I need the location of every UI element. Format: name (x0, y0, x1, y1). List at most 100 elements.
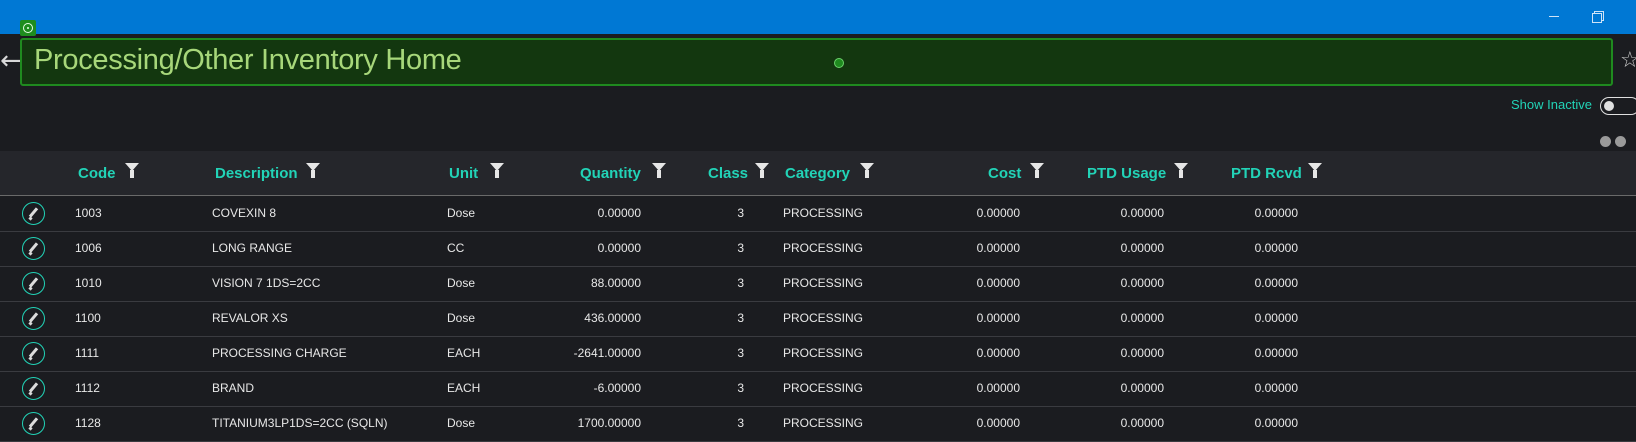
cell-unit: Dose (447, 206, 476, 220)
filter-icon[interactable] (1174, 163, 1188, 179)
cell-cost: 0.00000 (976, 416, 1020, 430)
cell-code: 1111 (75, 346, 100, 360)
edit-pencil-icon[interactable] (22, 342, 45, 365)
cell-cost: 0.00000 (976, 241, 1020, 255)
cell-class: 3 (737, 206, 744, 220)
show-inactive-toggle[interactable] (1600, 97, 1636, 115)
cell-category: PROCESSING (783, 416, 864, 430)
cell-unit: Dose (447, 416, 476, 430)
cell-ptd-usage: 0.00000 (1120, 311, 1164, 325)
cell-category: PROCESSING (783, 206, 864, 220)
edit-pencil-icon[interactable] (22, 237, 45, 260)
edit-pencil-icon[interactable] (22, 202, 45, 225)
cell-category: PROCESSING (783, 311, 864, 325)
cell-description: PROCESSING CHARGE (212, 346, 347, 360)
cell-quantity: -6.00000 (593, 381, 641, 395)
minimize-icon[interactable] (1546, 8, 1562, 24)
table-row[interactable]: 1128 TITANIUM3LP1DS=2CC (SQLN) Dose 1700… (0, 406, 1636, 442)
cell-code: 1100 (75, 311, 101, 325)
cell-ptd-usage: 0.00000 (1120, 276, 1164, 290)
show-inactive-label: Show Inactive (1511, 97, 1592, 112)
filter-icon[interactable] (125, 163, 139, 179)
cell-quantity: -2641.00000 (573, 346, 641, 360)
column-code[interactable]: Code (78, 165, 116, 182)
cell-ptd-rcvd: 0.00000 (1254, 381, 1298, 395)
edit-pencil-icon[interactable] (22, 377, 45, 400)
table-row[interactable]: 1003 COVEXIN 8 Dose 0.00000 3 PROCESSING… (0, 196, 1636, 232)
column-quantity[interactable]: Quantity (580, 165, 641, 182)
cell-cost: 0.00000 (976, 346, 1020, 360)
column-ptd-usage[interactable]: PTD Usage (1087, 165, 1166, 182)
cell-unit: EACH (447, 346, 481, 360)
cell-unit: Dose (447, 276, 476, 290)
cell-code: 1112 (75, 381, 100, 395)
cell-cost: 0.00000 (976, 381, 1020, 395)
table-row[interactable]: 1006 LONG RANGE CC 0.00000 3 PROCESSING … (0, 231, 1636, 267)
cell-code: 1010 (75, 276, 102, 290)
cell-description: TITANIUM3LP1DS=2CC (SQLN) (212, 416, 388, 430)
cell-class: 3 (737, 311, 744, 325)
filter-icon[interactable] (490, 163, 504, 179)
cell-description: LONG RANGE (212, 241, 293, 255)
page-title: Processing/Other Inventory Home (34, 44, 462, 76)
column-class[interactable]: Class (708, 165, 748, 182)
filter-icon[interactable] (306, 163, 320, 179)
cell-class: 3 (737, 276, 744, 290)
cell-category: PROCESSING (783, 241, 864, 255)
cell-ptd-usage: 0.00000 (1120, 346, 1164, 360)
cell-cost: 0.00000 (976, 276, 1020, 290)
column-cost[interactable]: Cost (988, 165, 1021, 182)
edit-pencil-icon[interactable] (22, 412, 45, 435)
cell-category: PROCESSING (783, 276, 864, 290)
cell-cost: 0.00000 (976, 311, 1020, 325)
cell-ptd-usage: 0.00000 (1120, 381, 1164, 395)
star-icon[interactable]: ☆ (1620, 50, 1636, 72)
filter-icon[interactable] (1030, 163, 1044, 179)
cell-class: 3 (737, 381, 744, 395)
cell-code: 1128 (75, 416, 101, 430)
back-arrow-icon[interactable]: ← (0, 44, 22, 78)
cell-ptd-usage: 0.00000 (1120, 206, 1164, 220)
title-handle-icon (834, 58, 844, 68)
edit-pencil-icon[interactable] (22, 272, 45, 295)
window-titlebar (0, 0, 1636, 34)
column-category[interactable]: Category (785, 165, 850, 182)
cell-quantity: 1700.00000 (577, 416, 641, 430)
filter-icon[interactable] (755, 163, 769, 179)
cell-ptd-rcvd: 0.00000 (1254, 311, 1298, 325)
cell-ptd-usage: 0.00000 (1120, 241, 1164, 255)
cell-code: 1006 (75, 241, 102, 255)
cell-cost: 0.00000 (976, 206, 1020, 220)
column-unit[interactable]: Unit (449, 165, 478, 182)
column-description[interactable]: Description (215, 165, 298, 182)
table-row[interactable]: 1111 PROCESSING CHARGE EACH -2641.00000 … (0, 336, 1636, 372)
cell-unit: CC (447, 241, 465, 255)
target-icon (20, 20, 36, 36)
cell-code: 1003 (75, 206, 102, 220)
column-ptd-rcvd[interactable]: PTD Rcvd (1231, 165, 1302, 182)
cell-ptd-rcvd: 0.00000 (1254, 206, 1298, 220)
cell-ptd-rcvd: 0.00000 (1254, 276, 1298, 290)
cell-description: REVALOR XS (212, 311, 288, 325)
filter-icon[interactable] (652, 163, 666, 179)
filter-icon[interactable] (1308, 163, 1322, 179)
table-row[interactable]: 1100 REVALOR XS Dose 436.00000 3 PROCESS… (0, 301, 1636, 337)
restore-icon[interactable] (1590, 8, 1606, 24)
cell-quantity: 88.00000 (590, 276, 641, 290)
table-row[interactable]: 1010 VISION 7 1DS=2CC Dose 88.00000 3 PR… (0, 266, 1636, 302)
cell-unit: Dose (447, 311, 476, 325)
cell-category: PROCESSING (783, 346, 864, 360)
filter-icon[interactable] (860, 163, 874, 179)
cell-class: 3 (737, 241, 744, 255)
cell-description: BRAND (212, 381, 255, 395)
edit-pencil-icon[interactable] (22, 307, 45, 330)
cell-quantity: 0.00000 (597, 206, 641, 220)
cell-ptd-rcvd: 0.00000 (1254, 346, 1298, 360)
cell-description: COVEXIN 8 (212, 206, 277, 220)
cell-quantity: 0.00000 (597, 241, 641, 255)
cell-ptd-rcvd: 0.00000 (1254, 416, 1298, 430)
cell-unit: EACH (447, 381, 481, 395)
cell-category: PROCESSING (783, 381, 864, 395)
page-title-box: Processing/Other Inventory Home (20, 38, 1613, 86)
table-row[interactable]: 1112 BRAND EACH -6.00000 3 PROCESSING 0.… (0, 371, 1636, 407)
